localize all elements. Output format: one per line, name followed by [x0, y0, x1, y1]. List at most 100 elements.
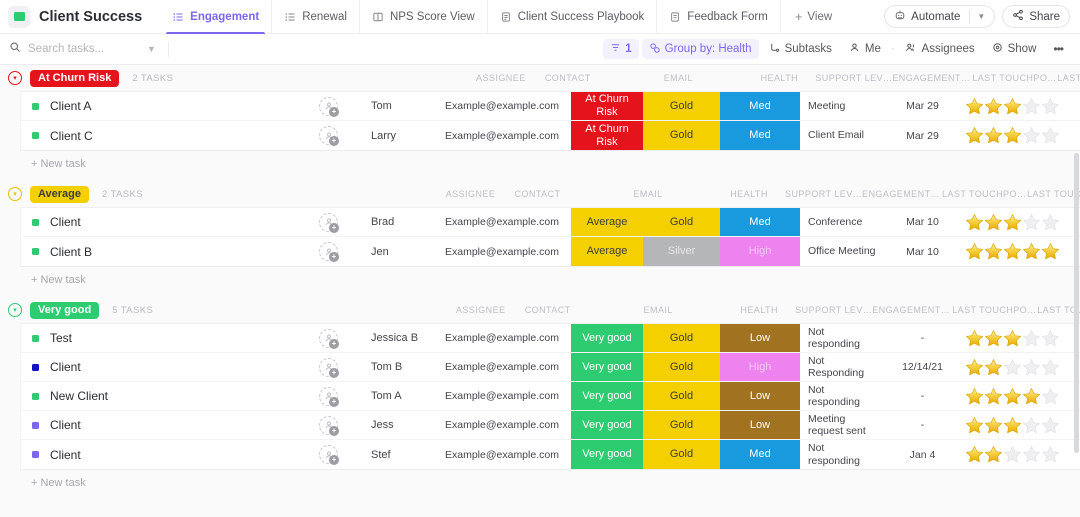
- health-cell[interactable]: At Churn Risk: [571, 92, 643, 120]
- table-row[interactable]: Client+BradExample@example.comAverageGol…: [21, 208, 1080, 237]
- task-name-cell[interactable]: Client: [21, 440, 291, 469]
- add-assignee-icon[interactable]: +: [329, 252, 339, 262]
- nps-star-rating[interactable]: [965, 358, 1060, 377]
- assignee-cell[interactable]: +: [301, 121, 356, 150]
- add-assignee-icon[interactable]: +: [329, 223, 339, 233]
- nps-score-cell[interactable]: [960, 237, 1065, 266]
- email-cell[interactable]: Example@example.com: [441, 324, 571, 352]
- nps-star-rating[interactable]: [965, 242, 1060, 261]
- health-cell[interactable]: At Churn Risk: [571, 121, 643, 150]
- avatar[interactable]: +: [319, 213, 338, 232]
- filter-button[interactable]: 1: [603, 39, 638, 59]
- avatar[interactable]: +: [319, 242, 338, 261]
- nps-score-cell[interactable]: [960, 353, 1065, 381]
- engagement-level-cell[interactable]: Med: [720, 121, 800, 150]
- task-name-cell[interactable]: Client: [21, 411, 291, 439]
- last-touchpoint-date-cell[interactable]: Jan 4: [885, 440, 960, 469]
- avatar[interactable]: +: [319, 387, 338, 406]
- column-header-email[interactable]: EMAIL: [613, 73, 743, 83]
- column-header-touchdate[interactable]: LAST TOUCHPOI...: [1027, 189, 1080, 199]
- contact-cell[interactable]: Jess: [363, 411, 428, 439]
- health-cell[interactable]: Very good: [571, 440, 643, 469]
- health-cell[interactable]: Very good: [571, 353, 643, 381]
- assignee-cell[interactable]: +: [301, 92, 356, 120]
- contact-cell[interactable]: Tom B: [363, 353, 428, 381]
- add-assignee-icon[interactable]: +: [329, 339, 339, 349]
- column-header-email[interactable]: EMAIL: [583, 189, 713, 199]
- avatar[interactable]: +: [319, 416, 338, 435]
- group-by-button[interactable]: Group by: Health: [642, 39, 759, 59]
- search-chevron-down-icon[interactable]: ▼: [147, 44, 156, 54]
- engagement-level-cell[interactable]: Low: [720, 324, 800, 352]
- last-touchpoint-cell[interactable]: Client Email: [800, 121, 885, 150]
- support-level-cell[interactable]: Gold: [643, 92, 720, 120]
- last-touchpoint-date-cell[interactable]: -: [885, 382, 960, 410]
- tab-feedback-form[interactable]: Feedback Form: [656, 0, 780, 34]
- last-touchpoint-cell[interactable]: Meeting: [800, 92, 885, 120]
- more-options-button[interactable]: •••: [1046, 39, 1070, 59]
- last-touchpoint-cell[interactable]: Not responding: [800, 382, 885, 410]
- last-touchpoint-date-cell[interactable]: Mar 10: [885, 237, 960, 266]
- email-cell[interactable]: Example@example.com: [441, 121, 571, 150]
- column-header-support[interactable]: SUPPORT LEVEL: [785, 189, 862, 199]
- nps-star-rating[interactable]: [965, 329, 1060, 348]
- engagement-level-cell[interactable]: High: [720, 353, 800, 381]
- column-header-email[interactable]: EMAIL: [593, 305, 723, 315]
- assignee-cell[interactable]: +: [301, 440, 356, 469]
- assignee-cell[interactable]: +: [301, 382, 356, 410]
- task-name-cell[interactable]: New Client: [21, 382, 291, 410]
- nps-score-cell[interactable]: [960, 208, 1065, 236]
- assignee-cell[interactable]: +: [301, 237, 356, 266]
- last-touchpoint-date-cell[interactable]: Mar 29: [885, 121, 960, 150]
- add-assignee-icon[interactable]: +: [329, 136, 339, 146]
- avatar[interactable]: +: [319, 358, 338, 377]
- collapse-group-button[interactable]: ▾: [8, 303, 22, 317]
- last-touchpoint-cell[interactable]: Conference: [800, 208, 885, 236]
- nps-score-cell[interactable]: [960, 324, 1065, 352]
- contact-cell[interactable]: Jen: [363, 237, 428, 266]
- last-touchpoint-cell[interactable]: Meeting request sent: [800, 411, 885, 439]
- me-button[interactable]: Me: [842, 39, 888, 59]
- column-header-touchpoint[interactable]: LAST TOUCHPOI...: [942, 189, 1027, 199]
- automate-button[interactable]: Automate ▼: [884, 5, 995, 28]
- nps-score-cell[interactable]: [960, 121, 1065, 150]
- assignee-cell[interactable]: +: [301, 411, 356, 439]
- add-assignee-icon[interactable]: +: [329, 397, 339, 407]
- add-view-button[interactable]: + View: [780, 0, 842, 34]
- avatar[interactable]: +: [319, 97, 338, 116]
- last-touchpoint-cell[interactable]: Office Meeting: [800, 237, 885, 266]
- support-level-cell[interactable]: Gold: [643, 411, 720, 439]
- email-cell[interactable]: Example@example.com: [441, 237, 571, 266]
- last-touchpoint-cell[interactable]: Not responding: [800, 324, 885, 352]
- avatar[interactable]: +: [319, 445, 338, 464]
- nps-score-cell[interactable]: [960, 411, 1065, 439]
- avatar[interactable]: +: [319, 126, 338, 145]
- nps-score-cell[interactable]: [960, 440, 1065, 469]
- support-level-cell[interactable]: Silver: [643, 237, 720, 266]
- new-task-button[interactable]: + New task: [0, 267, 1080, 295]
- email-cell[interactable]: Example@example.com: [441, 382, 571, 410]
- assignee-cell[interactable]: +: [301, 208, 356, 236]
- last-touchpoint-cell[interactable]: Not Responding: [800, 353, 885, 381]
- support-level-cell[interactable]: Gold: [643, 324, 720, 352]
- last-touchpoint-date-cell[interactable]: Mar 29: [885, 92, 960, 120]
- nps-star-rating[interactable]: [965, 97, 1060, 116]
- health-cell[interactable]: Very good: [571, 382, 643, 410]
- nps-score-cell[interactable]: [960, 92, 1065, 120]
- nps-star-rating[interactable]: [965, 387, 1060, 406]
- tab-nps-score-view[interactable]: NPS Score View: [359, 0, 487, 34]
- subtasks-button[interactable]: Subtasks: [762, 39, 839, 59]
- new-task-button[interactable]: + New task: [0, 151, 1080, 179]
- nps-star-rating[interactable]: [965, 126, 1060, 145]
- contact-cell[interactable]: Tom A: [363, 382, 428, 410]
- email-cell[interactable]: Example@example.com: [441, 92, 571, 120]
- tab-renewal[interactable]: Renewal: [271, 0, 359, 34]
- nps-star-rating[interactable]: [965, 416, 1060, 435]
- assignee-cell[interactable]: +: [301, 324, 356, 352]
- table-row[interactable]: Client+JessExample@example.comVery goodG…: [21, 411, 1080, 440]
- column-header-assignee[interactable]: ASSIGNEE: [443, 189, 498, 199]
- email-cell[interactable]: Example@example.com: [441, 411, 571, 439]
- add-assignee-icon[interactable]: +: [329, 455, 339, 465]
- task-name-cell[interactable]: Client: [21, 208, 291, 236]
- health-cell[interactable]: Very good: [571, 324, 643, 352]
